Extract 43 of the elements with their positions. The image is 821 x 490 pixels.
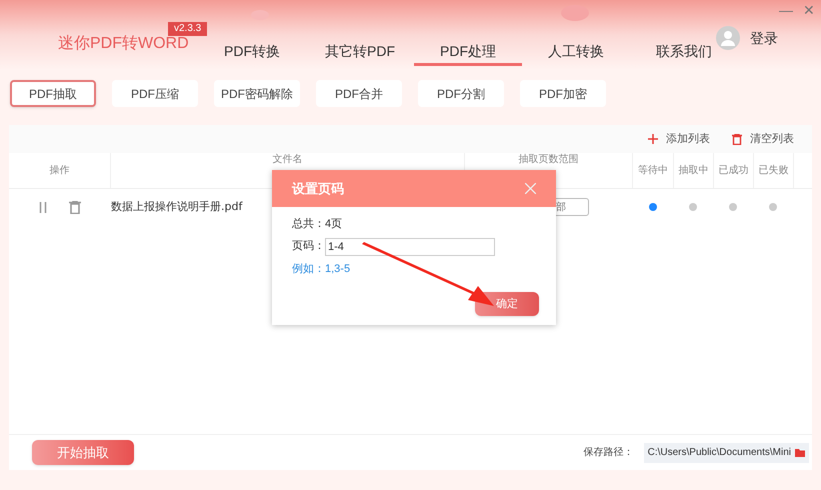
file-name: 数据上报操作说明手册.pdf — [111, 198, 244, 215]
nav-tab[interactable]: PDF处理 — [414, 40, 522, 66]
trash-icon — [69, 200, 81, 214]
column-header: 抽取中 — [678, 164, 708, 178]
column-header: 已失败 — [758, 164, 788, 178]
trash-icon — [732, 134, 742, 144]
tool-tab[interactable]: PDF加密 — [520, 80, 606, 107]
dialog-title: 设置页码 — [292, 180, 344, 198]
column-header: 操作 — [50, 164, 70, 178]
close-icon — [525, 183, 536, 194]
page-label: 页码： — [292, 239, 325, 254]
column-header: 抽取页数范围 — [518, 152, 578, 167]
petal-icon — [560, 2, 590, 24]
delete-button[interactable] — [69, 200, 81, 214]
column-header: 已成功 — [718, 164, 748, 178]
petal-icon — [250, 8, 270, 22]
nav-tab[interactable]: 人工转换 — [522, 40, 630, 66]
page-input[interactable]: 1-4 — [325, 238, 495, 256]
pause-icon — [39, 202, 47, 212]
total-pages-text: 总共：4页 — [292, 217, 344, 232]
plus-icon — [648, 134, 658, 144]
column-header: 等待中 — [638, 164, 668, 178]
tool-tab[interactable]: PDF密码解除 — [214, 80, 300, 107]
close-button[interactable] — [525, 183, 536, 194]
version-badge: v2.3.3 — [168, 22, 208, 36]
nav-tab[interactable]: 联系我们 — [630, 40, 738, 66]
save-path-label: 保存路径： — [584, 446, 634, 460]
app-name: 迷你PDF转WORD — [58, 34, 189, 54]
nav-tab[interactable]: PDF转换 — [198, 40, 306, 66]
add-list-button[interactable]: 添加列表 — [648, 130, 710, 148]
avatar-icon — [716, 26, 740, 50]
clear-list-button[interactable]: 清空列表 — [732, 130, 794, 148]
example-text: 例如：1,3-5 — [292, 262, 352, 276]
tool-tab[interactable]: PDF压缩 — [112, 80, 198, 107]
pause-button[interactable] — [39, 200, 47, 214]
folder-icon — [795, 448, 805, 456]
tool-tab[interactable]: PDF合并 — [316, 80, 402, 107]
column-header: 文件名 — [272, 152, 302, 167]
login-link[interactable]: 登录 — [750, 28, 778, 48]
save-path-field[interactable]: C:\Users\Public\Documents\Mini — [644, 442, 809, 462]
tool-tab[interactable]: PDF抽取 — [10, 80, 96, 107]
nav-tab[interactable]: 其它转PDF — [306, 40, 414, 66]
tool-tab[interactable]: PDF分割 — [418, 80, 504, 107]
